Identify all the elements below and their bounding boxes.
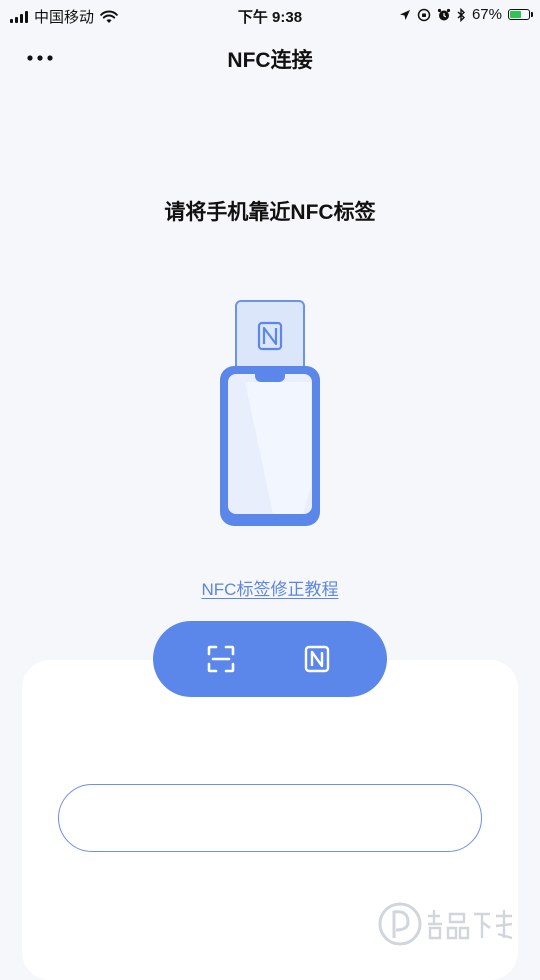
battery-fill (510, 11, 521, 18)
battery-percent: 67% (471, 6, 502, 23)
nfc-illustration (215, 298, 325, 530)
nfc-input-container (58, 784, 482, 852)
nfc-fix-tutorial-link[interactable]: NFC标签修正教程 (0, 575, 540, 600)
nfc-content-input[interactable] (59, 785, 481, 851)
mode-switch (153, 621, 387, 697)
bluetooth-icon (457, 7, 465, 22)
status-right: 67% (399, 6, 533, 23)
nfc-prompt: 请将手机靠近NFC标签 (164, 201, 376, 224)
phone-icon (220, 366, 320, 526)
watermark-logo (378, 902, 513, 946)
scan-icon[interactable] (205, 643, 237, 675)
page-title: NFC连接 (227, 49, 313, 72)
battery-icon (508, 9, 533, 20)
orientation-lock-icon (417, 8, 431, 21)
nav-bar: NFC连接 (0, 34, 540, 80)
location-icon (399, 9, 410, 20)
nfc-icon[interactable] (301, 643, 333, 675)
alarm-icon (437, 8, 451, 20)
status-bar: 中国移动 下午 9:38 67% (0, 0, 540, 30)
